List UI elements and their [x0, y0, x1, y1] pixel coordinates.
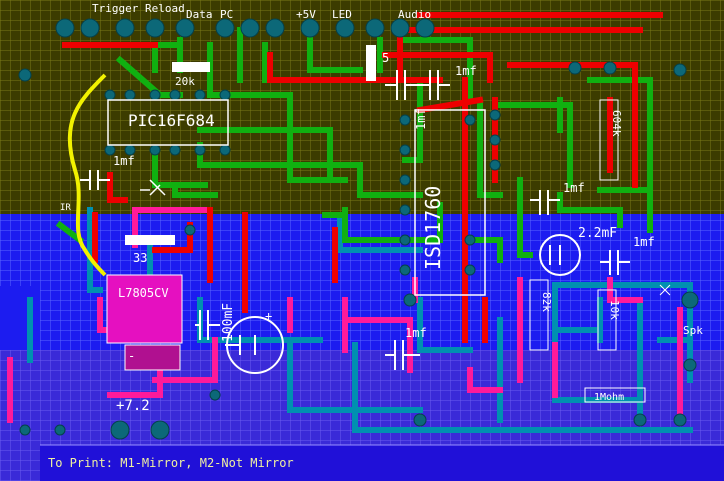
r-20k-body: [172, 62, 210, 72]
label-cap-22mf: 2.2mF: [578, 226, 617, 241]
label-cap-1mf-a: 1mf: [113, 154, 135, 168]
label-5v: +5V: [296, 8, 316, 21]
r-33-body: [125, 235, 175, 245]
label-r-5: 5: [382, 51, 389, 65]
edge-block: [0, 286, 40, 350]
label-led: LED: [332, 8, 352, 21]
label-isd1760: ISD1760: [421, 186, 445, 270]
label-battery-plus: +: [265, 309, 272, 323]
label-cap-1mf-e: 1mf: [405, 326, 427, 340]
label-pic16f684: PIC16F684: [128, 111, 215, 130]
label-r-20k: 20k: [175, 75, 195, 88]
pcb-layout-canvas: Trigger Reload Data PC +5V LED Audio PIC…: [0, 0, 724, 481]
pcb-svg: Trigger Reload Data PC +5V LED Audio PIC…: [0, 0, 724, 481]
label-data: Data: [186, 8, 213, 21]
label-r-33: 33: [133, 251, 147, 265]
label-pc: PC: [220, 8, 233, 21]
label-audio: Audio: [398, 8, 431, 21]
label-cap-100mf: 100mF: [221, 303, 236, 342]
label-cap-1mf-f: 1mf: [414, 108, 428, 130]
label-trigger-reload: Trigger Reload: [92, 2, 185, 15]
label-r-10k: 10k: [608, 300, 621, 320]
label-cap-1mf-d: 1mf: [633, 235, 655, 249]
label-r-604k: 604k: [610, 110, 623, 137]
print-note: To Print: M1-Mirror, M2-Not Mirror: [48, 456, 294, 470]
label-r-1m: 1Mohm: [594, 392, 624, 403]
label-speaker: Spk: [683, 324, 703, 337]
label-battery-minus: -: [128, 349, 135, 363]
label-regulator: L7805CV: [118, 286, 169, 300]
label-battery-72: +7.2: [116, 398, 150, 414]
label-r-82k: 82k: [540, 292, 553, 312]
label-cap-1mf-b: 1mf: [455, 64, 477, 78]
label-cap-1mf-c: 1mf: [563, 181, 585, 195]
r-5-body: [366, 45, 376, 81]
label-ir: IR: [60, 203, 71, 213]
